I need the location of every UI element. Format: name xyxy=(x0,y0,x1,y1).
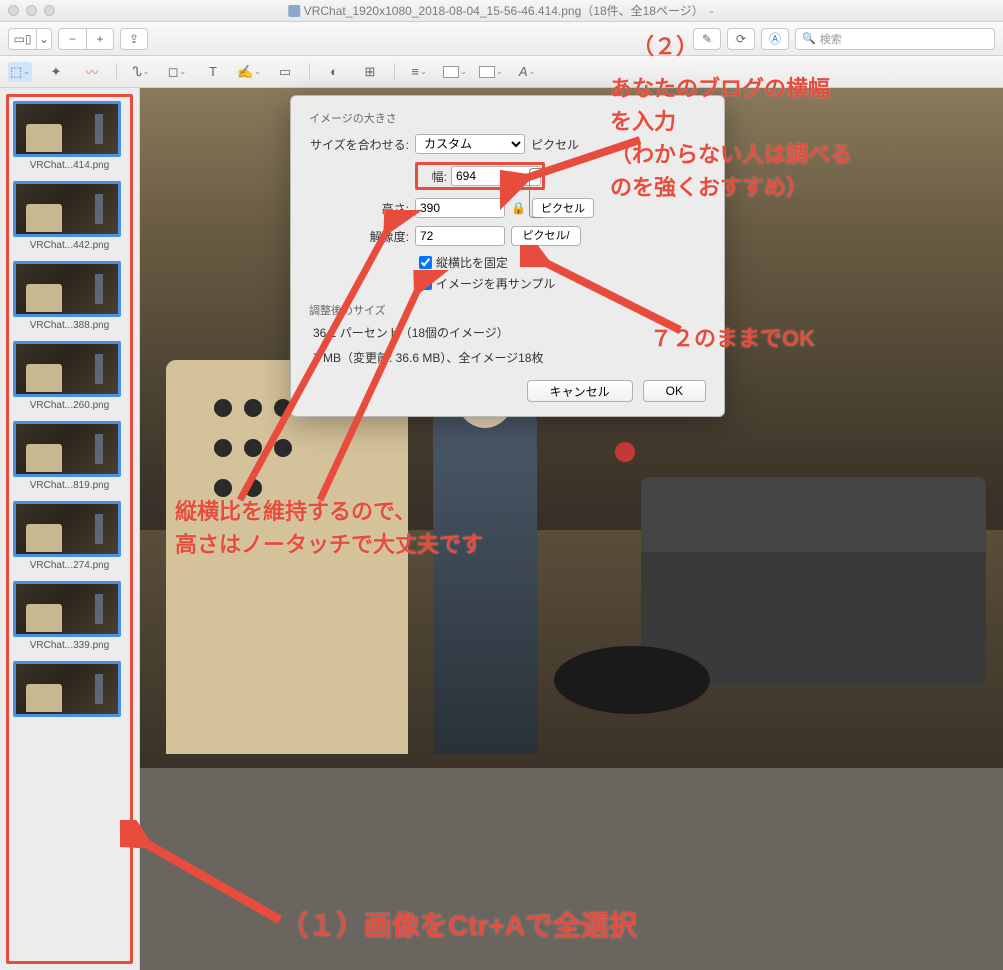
minimize-window[interactable] xyxy=(26,5,37,16)
dialog-section2-label: 調整後のサイズ xyxy=(309,302,706,318)
dialog-section-label: イメージの大きさ xyxy=(309,110,706,126)
thumbnail-item[interactable]: VRChat...339.png xyxy=(13,581,126,651)
resolution-label: 解像度: xyxy=(309,228,409,245)
thumbnail-item[interactable] xyxy=(13,661,126,720)
markup-button[interactable]: Ⓐ xyxy=(761,28,789,50)
line-style-tool[interactable]: ≡⌄ xyxy=(407,62,431,82)
thumbnail-item[interactable]: VRChat...414.png xyxy=(13,101,126,171)
thumbnail-item[interactable]: VRChat...819.png xyxy=(13,421,126,491)
resample-label: イメージを再サンプル xyxy=(436,275,555,292)
resize-dialog: イメージの大きさ サイズを合わせる: カスタム ピクセル 幅: 高さ: 🔒 ピク… xyxy=(290,95,725,417)
chevron-down-icon[interactable]: ⌄ xyxy=(708,5,716,16)
document-icon xyxy=(288,5,300,17)
search-input[interactable]: 🔍 検索 xyxy=(795,28,995,50)
zoom-in-button[interactable]: + xyxy=(86,28,114,50)
width-input[interactable] xyxy=(451,166,541,186)
fit-label: サイズを合わせる: xyxy=(309,136,409,153)
height-label: 高さ: xyxy=(309,200,409,217)
dimension-bracket xyxy=(529,168,543,218)
ok-button[interactable]: OK xyxy=(643,380,706,402)
height-input[interactable] xyxy=(415,198,505,218)
close-window[interactable] xyxy=(8,5,19,16)
thumbnail-item[interactable]: VRChat...388.png xyxy=(13,261,126,331)
text-style-tool[interactable]: A⌄ xyxy=(515,62,539,82)
resolution-input[interactable] xyxy=(415,226,505,246)
width-highlight-box: 幅: xyxy=(415,162,545,190)
fill-color-tool[interactable]: ⌄ xyxy=(479,62,503,82)
text-tool[interactable]: T xyxy=(201,62,225,82)
instant-alpha-tool[interactable]: ✦ xyxy=(44,62,68,82)
width-text: 幅: xyxy=(419,168,447,185)
search-icon: 🔍 xyxy=(802,32,816,45)
lasso-tool[interactable]: 〰 xyxy=(80,62,104,82)
thumbnail-item[interactable]: VRChat...442.png xyxy=(13,181,126,251)
sidebar-toggle[interactable]: ▭▯ xyxy=(8,28,36,50)
window-title: VRChat_1920x1080_2018-08-04_15-56-46.414… xyxy=(288,2,716,19)
lock-icon[interactable]: 🔒 xyxy=(511,201,526,215)
main-toolbar: ▭▯ ⌄ − + ⇪ ✎ ⟳ Ⓐ 🔍 検索 xyxy=(0,22,1003,56)
resample-checkbox[interactable] xyxy=(419,277,432,290)
window-title-text: VRChat_1920x1080_2018-08-04_15-56-46.414… xyxy=(304,2,704,19)
rotate-button[interactable]: ⟳ xyxy=(727,28,755,50)
sign-tool[interactable]: ✍⌄ xyxy=(237,62,261,82)
lock-aspect-label: 縦横比を固定 xyxy=(436,254,508,271)
adjust-size-tool[interactable]: ⊞ xyxy=(358,62,382,82)
markup-toolbar: ⬚⌄ ✦ 〰 ᔐ⌄ ◻⌄ T ✍⌄ ▭ ◐ ⊞ ≡⌄ ⌄ ⌄ A⌄ xyxy=(0,56,1003,88)
selection-tool[interactable]: ⬚⌄ xyxy=(8,62,32,82)
sketch-tool[interactable]: ᔐ⌄ xyxy=(129,62,153,82)
resolution-unit-button[interactable]: ピクセル/インチ xyxy=(511,226,581,246)
thumbnail-item[interactable]: VRChat...274.png xyxy=(13,501,126,571)
share-button[interactable]: ⇪ xyxy=(120,28,148,50)
view-dropdown[interactable]: ⌄ xyxy=(36,28,52,50)
border-color-tool[interactable]: ⌄ xyxy=(443,62,467,82)
percent-info: 36.1 パーセント（18個のイメージ） xyxy=(309,324,706,341)
window-controls xyxy=(8,5,55,16)
shapes-tool[interactable]: ◻⌄ xyxy=(165,62,189,82)
view-mode-group: ▭▯ ⌄ xyxy=(8,28,52,50)
titlebar: VRChat_1920x1080_2018-08-04_15-56-46.414… xyxy=(0,0,1003,22)
fit-unit: ピクセル xyxy=(531,136,579,153)
fit-select[interactable]: カスタム xyxy=(415,134,525,154)
size-info: 7 MB（変更前: 36.6 MB）、全イメージ18枚 xyxy=(309,349,706,366)
thumbnail-item[interactable]: VRChat...260.png xyxy=(13,341,126,411)
note-tool[interactable]: ▭ xyxy=(273,62,297,82)
thumbnail-sidebar: VRChat...414.png VRChat...442.png VRChat… xyxy=(0,88,140,970)
cancel-button[interactable]: キャンセル xyxy=(527,380,633,402)
thumbnail-selection-box: VRChat...414.png VRChat...442.png VRChat… xyxy=(6,94,133,964)
zoom-window[interactable] xyxy=(44,5,55,16)
lock-aspect-checkbox[interactable] xyxy=(419,256,432,269)
adjust-color-tool[interactable]: ◐ xyxy=(322,62,346,82)
search-placeholder: 検索 xyxy=(820,31,842,47)
zoom-out-button[interactable]: − xyxy=(58,28,86,50)
highlight-button[interactable]: ✎ xyxy=(693,28,721,50)
